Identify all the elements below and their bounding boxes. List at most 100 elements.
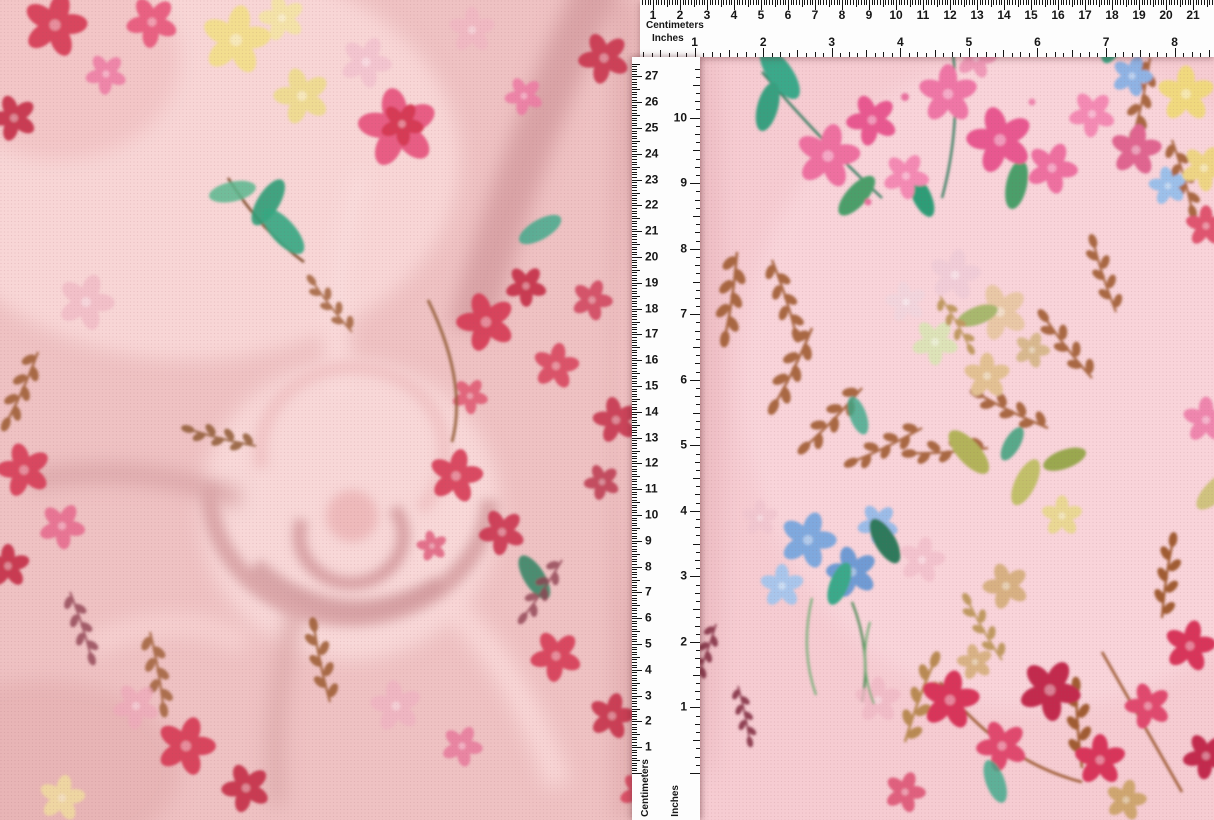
cm-tick-mark — [632, 474, 637, 475]
cm-tick-mark — [632, 755, 637, 756]
cm-tick-mark — [632, 280, 637, 281]
inch-tick-mark — [696, 535, 700, 536]
cm-tick-label: 2 — [645, 715, 652, 728]
cm-tick-mark — [1104, 0, 1105, 5]
cm-tick-mark — [685, 0, 686, 5]
cm-tick-mark — [1161, 0, 1162, 5]
cm-tick-mark — [632, 626, 637, 627]
cm-tick-mark — [632, 394, 637, 395]
cm-tick-mark — [632, 69, 637, 70]
cm-tick-mark — [694, 0, 695, 7]
cm-tick-mark — [632, 373, 640, 374]
cm-tick-mark — [791, 0, 792, 5]
inch-tick-mark — [695, 134, 701, 135]
inch-tick-mark — [695, 200, 701, 201]
cm-tick-mark — [945, 0, 946, 5]
inch-tick-mark — [695, 69, 701, 70]
cm-tick-mark — [632, 479, 637, 480]
inch-tick-mark — [693, 347, 701, 348]
cm-tick-mark — [632, 399, 640, 400]
inch-tick-mark — [960, 53, 961, 57]
cm-tick-mark — [1080, 0, 1081, 5]
cm-tick-mark — [632, 546, 637, 547]
cm-tick-mark — [632, 231, 642, 232]
cm-tick-mark — [632, 76, 642, 77]
cm-tick-mark — [1082, 0, 1083, 5]
cm-tick-mark — [632, 466, 637, 467]
inch-tick-mark — [695, 396, 701, 397]
cm-tick-mark — [764, 0, 765, 5]
cm-tick-mark — [632, 128, 642, 129]
cm-tick-mark — [677, 0, 678, 5]
cm-tick-mark — [820, 0, 821, 5]
cm-tick-mark — [864, 0, 865, 5]
inch-tick-mark — [696, 339, 700, 340]
cm-tick-mark — [1169, 0, 1170, 5]
cm-tick-mark — [632, 311, 637, 312]
cm-tick-mark — [632, 283, 642, 284]
cm-tick-mark — [999, 0, 1000, 5]
inch-tick-mark — [690, 576, 700, 577]
cm-tick-mark — [1204, 0, 1205, 5]
inch-tick-mark — [696, 142, 700, 143]
cm-tick-mark — [632, 600, 637, 601]
cm-tick-mark — [1001, 0, 1002, 5]
cm-tick-mark — [1101, 0, 1102, 5]
cm-tick-mark — [775, 0, 776, 7]
cm-tick-mark — [632, 536, 637, 537]
cm-tick-mark — [726, 0, 727, 5]
inch-tick-label: 3 — [828, 36, 835, 49]
inch-tick-mark — [695, 724, 701, 725]
cm-tick-mark — [632, 577, 637, 578]
cm-tick-mark — [850, 0, 851, 5]
inch-tick-mark — [693, 740, 701, 741]
cm-tick-mark — [831, 0, 832, 5]
cm-tick-mark — [632, 634, 637, 635]
cm-tick-mark — [702, 0, 703, 5]
cm-tick-mark — [632, 500, 637, 501]
inch-tick-label: 2 — [760, 36, 767, 49]
cm-tick-label: 8 — [839, 9, 846, 22]
cm-tick-mark — [632, 621, 637, 622]
cm-tick-mark — [632, 639, 637, 640]
inch-tick-mark — [660, 50, 661, 57]
inch-tick-label: 4 — [680, 504, 687, 517]
inch-tick-mark — [1055, 52, 1056, 58]
cm-tick-label: 24 — [645, 147, 658, 160]
cm-tick-mark — [632, 512, 637, 513]
cm-tick-mark — [632, 389, 637, 390]
inch-tick-mark — [1209, 50, 1210, 57]
inch-tick-mark — [1192, 52, 1193, 58]
inch-tick-mark — [883, 52, 884, 58]
cm-tick-mark — [704, 0, 705, 5]
inch-tick-mark — [696, 404, 700, 405]
inch-tick-mark — [1020, 52, 1021, 58]
inch-tick-mark — [696, 699, 700, 700]
cm-tick-mark — [632, 659, 637, 660]
cm-tick-mark — [632, 448, 637, 449]
cm-tick-mark — [961, 0, 962, 5]
cm-tick-mark — [1158, 0, 1159, 5]
inch-tick-mark — [695, 101, 701, 102]
inch-tick-mark — [696, 257, 700, 258]
inch-tick-mark — [696, 503, 700, 504]
cm-tick-mark — [632, 636, 637, 637]
cm-tick-mark — [632, 260, 637, 261]
cm-tick-mark — [632, 213, 637, 214]
cm-tick-mark — [737, 0, 738, 5]
inch-tick-mark — [690, 314, 700, 315]
cm-tick-mark — [1180, 0, 1181, 7]
cm-tick-mark — [632, 401, 637, 402]
cm-tick-mark — [958, 0, 959, 5]
fabric-photo — [0, 0, 1214, 820]
cm-tick-mark — [632, 595, 637, 596]
cm-tick-mark — [632, 355, 637, 356]
cm-tick-mark — [632, 180, 642, 181]
cm-tick-mark — [632, 476, 640, 477]
cm-tick-mark — [893, 0, 894, 5]
cm-tick-mark — [632, 293, 637, 294]
cm-tick-mark — [918, 0, 919, 5]
inch-tick-mark — [696, 109, 700, 110]
cm-tick-mark — [642, 0, 643, 5]
cm-tick-label: 12 — [645, 457, 658, 470]
